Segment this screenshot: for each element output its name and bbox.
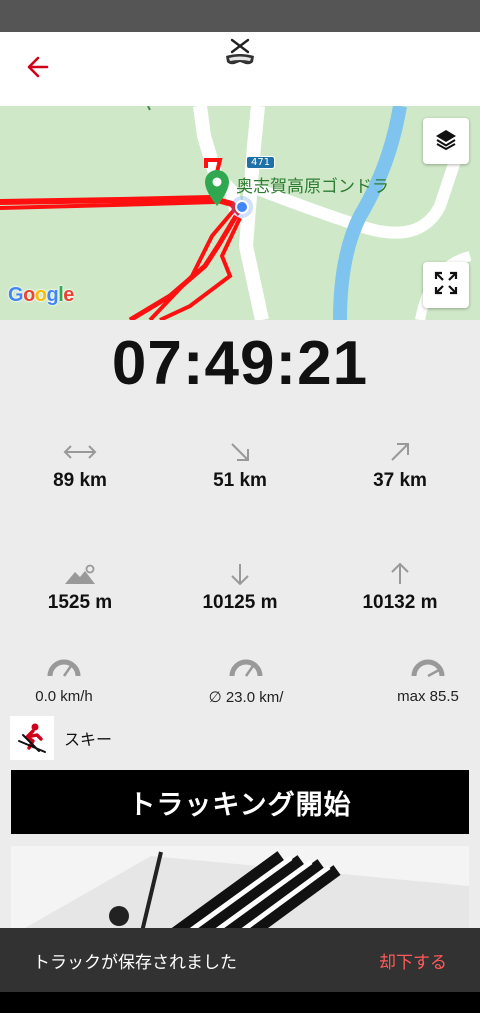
fullscreen-icon	[434, 271, 458, 299]
snackbar-dismiss-button[interactable]: 却下する	[379, 948, 447, 973]
stat-average-speed: ∅ 23.0 km/	[166, 656, 326, 706]
promo-image	[11, 846, 469, 936]
map-place-label: 奥志賀高原ゴンドラ	[236, 177, 389, 197]
avg-speed-gauge-icon	[166, 656, 326, 680]
stat-max-speed: max 85.5	[348, 656, 480, 705]
map-fullscreen-button[interactable]	[423, 262, 469, 308]
route-map[interactable]: 471 奥志賀高原ゴンドラ Google	[0, 106, 480, 320]
speed-gauge-icon	[0, 656, 144, 680]
stat-value: max 85.5	[397, 688, 459, 705]
stat-descent: 10125 m	[160, 562, 320, 614]
layers-icon	[434, 127, 458, 155]
ascent-icon	[320, 562, 480, 586]
start-tracking-button[interactable]: トラッキング開始	[11, 770, 469, 834]
back-button[interactable]	[20, 52, 54, 86]
snackbar-message: トラックが保存されました	[33, 952, 237, 973]
map-layers-button[interactable]	[423, 118, 469, 164]
descent-distance-icon	[160, 440, 320, 464]
stat-speed: 0.0 km/h	[0, 656, 144, 705]
navigation-bar	[0, 992, 480, 1013]
stat-ascent: 10132 m	[320, 562, 480, 614]
google-attribution: Google	[8, 284, 74, 306]
elapsed-time: 07:49:21	[111, 329, 369, 398]
altitude-icon	[0, 562, 160, 586]
back-arrow-icon	[24, 54, 50, 84]
stat-altitude: 1525 m	[0, 562, 160, 614]
ski-icon	[10, 716, 54, 760]
descent-icon	[160, 562, 320, 586]
stat-value: ∅ 23.0 km/	[208, 689, 284, 706]
skier-goggles-logo-icon	[222, 36, 258, 72]
stat-descent-distance: 51 km	[160, 440, 320, 492]
stat-value: 10132 m	[362, 592, 438, 613]
stat-value: 0.0 km/h	[35, 688, 93, 705]
activity-selector[interactable]: スキー	[10, 716, 112, 760]
distance-icon	[0, 440, 160, 464]
stat-value: 10125 m	[202, 592, 278, 613]
stat-value: 37 km	[373, 470, 427, 491]
stat-ascent-distance: 37 km	[320, 440, 480, 492]
app-bar	[0, 32, 480, 106]
activity-label: スキー	[64, 730, 113, 749]
stat-value: 89 km	[53, 470, 107, 491]
stat-value: 1525 m	[47, 592, 113, 613]
snackbar: トラックが保存されました 却下する	[0, 928, 480, 992]
road-number-badge: 471	[246, 156, 276, 169]
ascent-distance-icon	[320, 440, 480, 464]
stat-distance: 89 km	[0, 440, 160, 492]
status-bar	[0, 0, 480, 32]
max-speed-gauge-icon	[348, 656, 480, 680]
stat-value: 51 km	[213, 470, 267, 491]
